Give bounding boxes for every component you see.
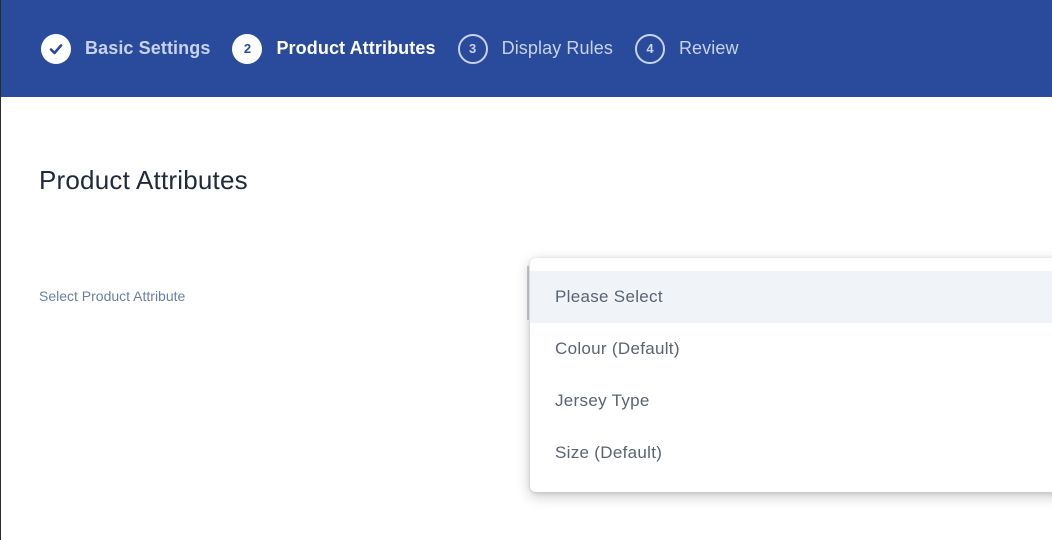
- step-label: Display Rules: [501, 38, 613, 58]
- step-basic-settings[interactable]: Basic Settings: [41, 29, 210, 69]
- select-product-attribute-label: Select Product Attribute: [39, 288, 186, 304]
- select-field-edge[interactable]: [527, 266, 529, 320]
- app-frame: Basic Settings 2 Product Attributes 3 Di…: [0, 0, 1052, 540]
- option-colour-default[interactable]: Colour (Default): [530, 323, 1052, 375]
- step-number-badge: 3: [457, 33, 488, 64]
- product-attribute-dropdown-menu: Please Select Colour (Default) Jersey Ty…: [530, 258, 1052, 492]
- option-please-select[interactable]: Please Select: [530, 271, 1052, 323]
- step-label: Basic Settings: [85, 38, 211, 58]
- step-label: Review: [678, 38, 739, 58]
- step-product-attributes[interactable]: 2 Product Attributes: [232, 29, 435, 69]
- wizard-stepper: Basic Settings 2 Product Attributes 3 Di…: [1, 0, 1052, 97]
- option-size-default[interactable]: Size (Default): [530, 427, 1052, 479]
- step-number-badge: 2: [232, 33, 263, 64]
- step-review[interactable]: 4 Review: [634, 29, 739, 69]
- option-jersey-type[interactable]: Jersey Type: [530, 375, 1052, 427]
- step-label: Product Attributes: [276, 38, 436, 58]
- page-title: Product Attributes: [39, 165, 248, 195]
- step-display-rules[interactable]: 3 Display Rules: [457, 29, 613, 69]
- check-icon: [41, 33, 71, 64]
- step-number-badge: 4: [634, 33, 665, 64]
